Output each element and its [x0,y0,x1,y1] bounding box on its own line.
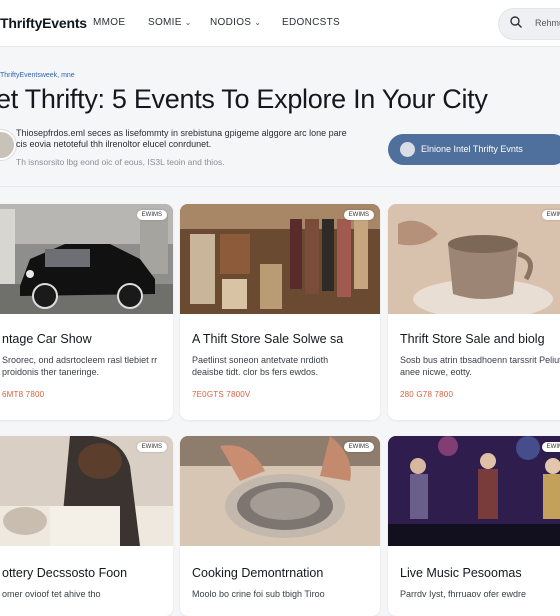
event-date: 7E0GTS 7800V [192,390,251,399]
nav-item-label: MMOE [93,17,126,28]
event-description: Paetlinst soneon antetvate nrdioth deais… [192,355,329,377]
avatar[interactable] [0,130,16,160]
event-image-pottery-maker [0,436,173,546]
chevron-down-icon: ⌄ [184,18,192,27]
event-image-thrift-store [180,204,380,314]
article-meta: Th isnsorsito lbg eond oic of eous, IS3L… [16,157,225,167]
search-label: Rehmu [535,18,560,28]
page-title: et Thrifty: 5 Events To Explore In Your … [0,84,488,114]
event-date: 280 G78 7800 [400,390,454,399]
event-card[interactable]: EWIMS Cooking Demontrnation Moolo bo cri… [180,436,380,616]
search-button[interactable]: Rehmu [498,8,560,40]
event-title[interactable]: Thrift Store Sale and biolg [400,332,545,346]
nav-item-2[interactable]: SOMIE ⌄ [148,17,192,28]
event-date: 6MT8 7800 [2,390,45,399]
event-badge: EWIMS [136,210,167,220]
event-description: Sroorec, ond adsrtocleem rasl tlebiet rr… [2,355,158,377]
event-badge: EWIMS [343,442,374,452]
event-badge: EWIMS [541,442,560,452]
event-card[interactable]: EWIMS A Thift Store Sale Solwe sa Paetli… [180,204,380,420]
user-icon [400,142,415,157]
event-title[interactable]: Live Music Pesoomas [400,566,522,580]
event-badge: EWIMS [541,210,560,220]
event-description: Moolo bo crine foi sub tbigh Tiroo [192,589,325,599]
chevron-down-icon: ⌄ [254,18,262,27]
article-description: Thiosepfrdos.eml seces as lisefommty in … [16,128,347,149]
event-card[interactable]: EWIMS Live Music Pesoomas Parrdv Iyst, f… [388,436,560,616]
brand-logo[interactable]: ThriftyEvents [0,15,87,31]
explore-events-button[interactable]: Elnione Intel Thrifty Evnts [388,134,560,165]
nav-item-4[interactable]: EDONCSTS [282,17,340,28]
event-card[interactable]: EWIMS ntage Car Show Sroorec, ond adsrto… [0,204,173,420]
nav-item-1[interactable]: MMOE [93,17,125,28]
event-title[interactable]: ottery Decssosto Foon [2,566,127,580]
nav-item-label: EDONCSTS [282,17,340,28]
event-title[interactable]: ntage Car Show [2,332,92,346]
event-card[interactable]: EWIMS Thrift Store Sale and biolg Sosb b… [388,204,560,420]
search-icon [509,15,523,32]
event-image-live-music [388,436,560,546]
event-image-pottery-cup [388,204,560,314]
event-badge: EWIMS [136,442,167,452]
top-navigation-bar: ThriftyEvents MMOE SOMIE ⌄ NODIOS ⌄ EDONCS… [0,0,560,47]
event-description: Sosb bus atrin tbsadhoenn tarssrit Peliu… [400,355,560,377]
nav-item-label: NODIOS [210,17,252,28]
explore-events-label: Elnione Intel Thrifty Evnts [421,144,523,154]
event-description: Parrdv Iyst, fhrruaov ofer ewdre [400,589,527,599]
breadcrumb[interactable]: ThriftyEventsweek, mne [0,72,75,79]
divider [0,186,560,187]
event-image-vintage-car [0,204,173,314]
event-badge: EWIMS [343,210,374,220]
event-description: omer ovioof tet ahive tho [2,589,101,599]
event-card[interactable]: EWIMS ottery Decssosto Foon omer ovioof … [0,436,173,616]
event-title[interactable]: A Thift Store Sale Solwe sa [192,332,343,346]
nav-item-3[interactable]: NODIOS ⌄ [210,17,261,28]
event-image-cooking [180,436,380,546]
nav-item-label: SOMIE [148,17,182,28]
event-title[interactable]: Cooking Demontrnation [192,566,323,580]
